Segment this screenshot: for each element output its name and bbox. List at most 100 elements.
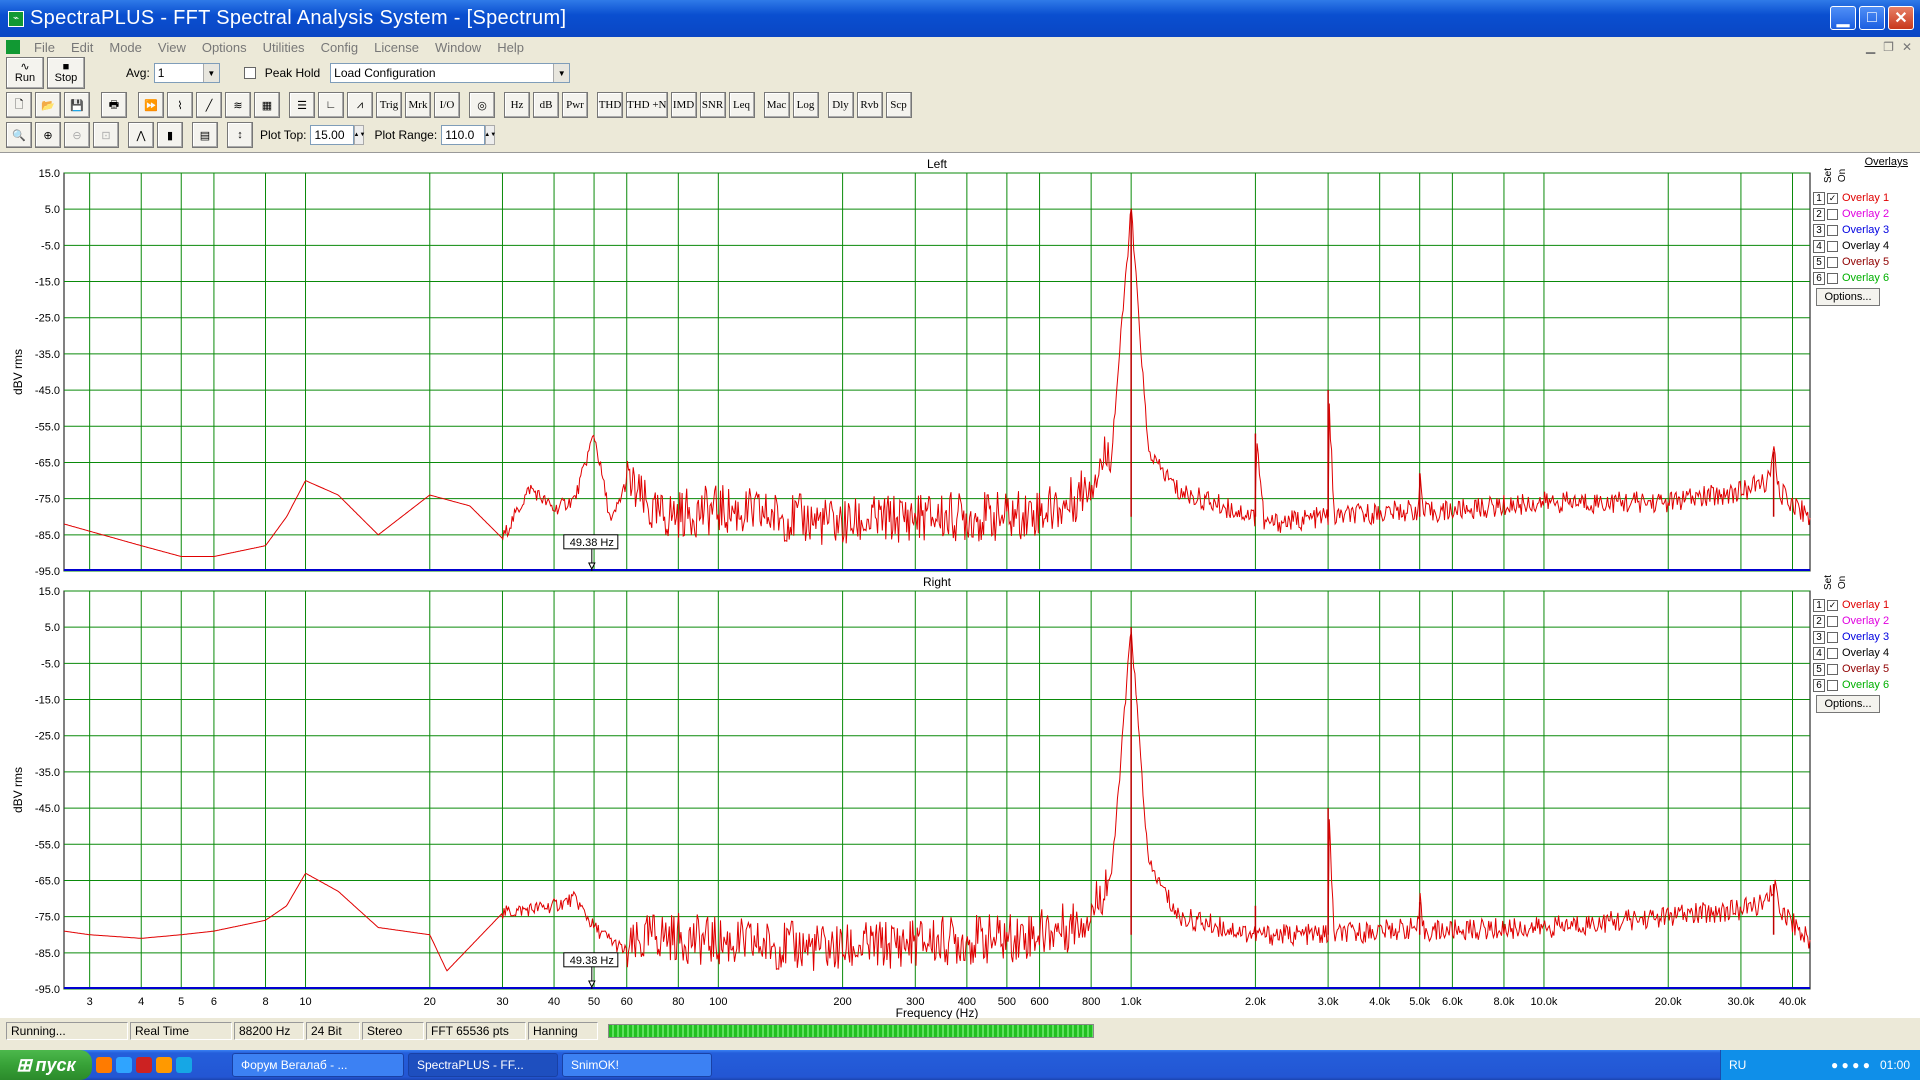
scale-icon[interactable]: ↕: [227, 122, 253, 148]
overlay-checkbox[interactable]: [1827, 631, 1838, 643]
dly-button[interactable]: Dly: [827, 92, 854, 118]
config-select[interactable]: Load Configuration ▼: [330, 63, 571, 83]
snr-button[interactable]: SNR: [699, 92, 726, 118]
avg-select[interactable]: 1 ▼: [153, 63, 220, 83]
overlay-checkbox[interactable]: [1827, 208, 1838, 220]
plot-top-spinner[interactable]: ▲▼: [354, 125, 365, 145]
language-indicator[interactable]: RU: [1729, 1058, 1746, 1072]
run-button[interactable]: ∿ Run: [6, 57, 44, 89]
overlay-checkbox[interactable]: [1827, 224, 1838, 236]
pwr-button[interactable]: Pwr: [562, 92, 588, 118]
plot-range-input[interactable]: 110.0: [441, 125, 486, 145]
start-button[interactable]: ⊞ пуск: [0, 1050, 92, 1080]
leq-button[interactable]: Leq: [728, 92, 755, 118]
overlay-set-button[interactable]: 5: [1813, 255, 1825, 269]
overlay-checkbox[interactable]: [1827, 240, 1838, 252]
mrk-button[interactable]: Mrk: [405, 92, 431, 118]
quicklaunch-browser-icon[interactable]: [96, 1057, 112, 1073]
overlay-set-button[interactable]: 6: [1813, 271, 1825, 285]
overlay-checkbox[interactable]: [1827, 647, 1838, 659]
close-button[interactable]: ✕: [1888, 6, 1914, 30]
stop-button[interactable]: ■ Stop: [47, 57, 85, 89]
menu-utilities[interactable]: Utilities: [255, 40, 313, 55]
axis-icon[interactable]: ∟: [318, 92, 344, 118]
rvb-button[interactable]: Rvb: [856, 92, 883, 118]
save-icon[interactable]: 💾: [64, 92, 90, 118]
task-forum[interactable]: Форум Вегалаб - ...: [232, 1053, 404, 1077]
maximize-button[interactable]: □: [1859, 6, 1885, 30]
overlay-set-button[interactable]: 3: [1813, 223, 1825, 237]
spectrum-plots[interactable]: LeftdBV rms15.05.0-5.0-15.0-25.0-35.0-45…: [0, 153, 1920, 1020]
quicklaunch-firefox-icon[interactable]: [156, 1057, 172, 1073]
menu-file[interactable]: File: [26, 40, 63, 55]
list-icon[interactable]: ☰: [289, 92, 315, 118]
io-button[interactable]: I/O: [434, 92, 460, 118]
menu-view[interactable]: View: [150, 40, 194, 55]
plot-top-input[interactable]: 15.00: [310, 125, 355, 145]
doc-icon[interactable]: [6, 40, 20, 54]
peak-hold-checkbox[interactable]: [243, 67, 256, 79]
mac-button[interactable]: Mac: [763, 92, 790, 118]
imd-button[interactable]: IMD: [670, 92, 697, 118]
menu-window[interactable]: Window: [427, 40, 489, 55]
thdn-button[interactable]: THD +N: [626, 92, 668, 118]
task-snimok[interactable]: SnimOK!: [562, 1053, 712, 1077]
chevron-down-icon[interactable]: ▼: [553, 64, 570, 82]
overlay-set-button[interactable]: 1: [1813, 191, 1825, 205]
db-button[interactable]: dB: [533, 92, 559, 118]
overlay-set-button[interactable]: 4: [1813, 239, 1825, 253]
time-series-icon[interactable]: ╱: [196, 92, 222, 118]
scp-button[interactable]: Scp: [885, 92, 912, 118]
overlay-options-button[interactable]: Options...: [1816, 695, 1880, 713]
overlay-checkbox[interactable]: [1827, 272, 1838, 284]
generator-icon[interactable]: ◎: [469, 92, 495, 118]
overlay-set-button[interactable]: 6: [1813, 678, 1825, 692]
menu-config[interactable]: Config: [313, 40, 367, 55]
mdi-restore-icon[interactable]: ❐: [1883, 40, 1894, 54]
line-plot-icon[interactable]: ⋀: [128, 122, 154, 148]
table-icon[interactable]: ▤: [192, 122, 218, 148]
overlay-options-button[interactable]: Options...: [1816, 288, 1880, 306]
overlay-checkbox[interactable]: [1827, 663, 1838, 675]
fast-forward-icon[interactable]: ⏩: [138, 92, 164, 118]
new-icon[interactable]: 🗋: [6, 92, 32, 118]
hz-button[interactable]: Hz: [504, 92, 530, 118]
plot-range-spinner[interactable]: ▲▼: [484, 125, 496, 145]
overlay-set-button[interactable]: 2: [1813, 614, 1825, 628]
overlay-set-button[interactable]: 3: [1813, 630, 1825, 644]
thd-button[interactable]: THD: [597, 92, 623, 118]
overlay-set-button[interactable]: 4: [1813, 646, 1825, 660]
zoom-out-icon[interactable]: ⊖: [64, 122, 90, 148]
zoom-icon[interactable]: 🔍: [6, 122, 32, 148]
bar-plot-icon[interactable]: ▮: [157, 122, 183, 148]
quicklaunch-filezilla-icon[interactable]: [136, 1057, 152, 1073]
overlay-set-button[interactable]: 1: [1813, 598, 1825, 612]
overlay-checkbox[interactable]: ✓: [1827, 599, 1838, 611]
overlay-checkbox[interactable]: [1827, 256, 1838, 268]
spectrogram-icon[interactable]: ▦: [254, 92, 280, 118]
peak-icon[interactable]: ⩘: [347, 92, 373, 118]
overlay-checkbox[interactable]: [1827, 679, 1838, 691]
spectrum-mode-icon[interactable]: ⌇: [167, 92, 193, 118]
open-icon[interactable]: 📂: [35, 92, 61, 118]
overlay-set-button[interactable]: 5: [1813, 662, 1825, 676]
menu-mode[interactable]: Mode: [101, 40, 150, 55]
menu-help[interactable]: Help: [489, 40, 532, 55]
menu-options[interactable]: Options: [194, 40, 255, 55]
waterfall-icon[interactable]: ≋: [225, 92, 251, 118]
zoom-in-icon[interactable]: ⊕: [35, 122, 61, 148]
zoom-full-icon[interactable]: ⊡: [93, 122, 119, 148]
minimize-button[interactable]: ▁: [1830, 6, 1856, 30]
overlay-set-button[interactable]: 2: [1813, 207, 1825, 221]
menu-license[interactable]: License: [366, 40, 427, 55]
task-spectraplus[interactable]: SpectraPLUS - FF...: [408, 1053, 558, 1077]
mdi-minimize-icon[interactable]: ▁: [1866, 40, 1875, 54]
mdi-close-icon[interactable]: ✕: [1902, 40, 1912, 54]
overlay-checkbox[interactable]: [1827, 615, 1838, 627]
trig-button[interactable]: Trig: [376, 92, 402, 118]
chevron-down-icon[interactable]: ▼: [202, 64, 219, 82]
log-button[interactable]: Log: [792, 92, 819, 118]
quicklaunch-ie-icon[interactable]: [116, 1057, 132, 1073]
overlay-checkbox[interactable]: ✓: [1827, 192, 1838, 204]
print-icon[interactable]: 🖶: [101, 92, 127, 118]
